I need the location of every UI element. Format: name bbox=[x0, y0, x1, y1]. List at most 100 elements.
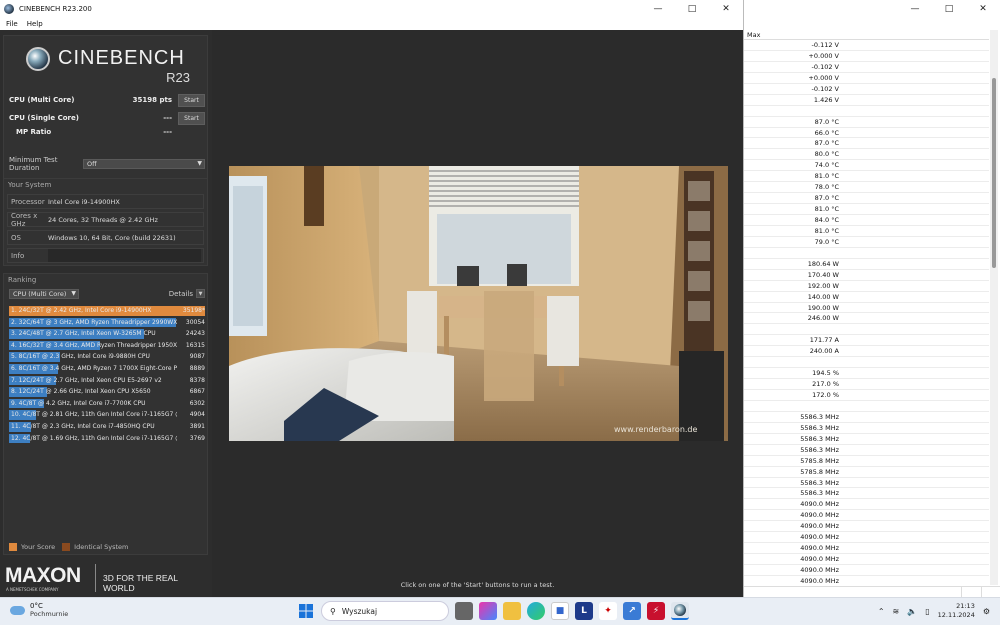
sensor-value-row: 66.0 °C bbox=[744, 128, 989, 139]
ranking-item[interactable]: 5. 8C/16T @ 2.3 GHz, Intel Core i9-9880H… bbox=[9, 351, 205, 363]
maxon-sub: A NEMETSCHEK COMPANY bbox=[6, 587, 59, 592]
red-app-icon[interactable]: ⚡ bbox=[647, 602, 665, 620]
cores-value: 24 Cores, 32 Threads @ 2.42 GHz bbox=[48, 215, 158, 224]
clock[interactable]: 21:13 12.11.2024 bbox=[938, 602, 975, 620]
weather-widget[interactable]: 0°C Pochmurnie bbox=[10, 602, 68, 618]
processor-value: Intel Core i9-14900HX bbox=[48, 197, 120, 206]
ranking-item-name: 1. 24C/32T @ 2.42 GHz, Intel Core i9-149… bbox=[11, 307, 152, 314]
copilot-icon[interactable] bbox=[479, 602, 497, 620]
close-icon[interactable]: ✕ bbox=[966, 0, 1000, 17]
minimize-icon[interactable]: — bbox=[641, 0, 675, 17]
info-label: Info bbox=[11, 251, 25, 260]
cinebench-window: CINEBENCH R23.200 — □ ✕ File Help CINEBE… bbox=[0, 0, 743, 597]
sensor-value-row bbox=[744, 248, 989, 259]
file-explorer-icon[interactable] bbox=[503, 602, 521, 620]
your-system-panel: Your System Processor Intel Core i9-1490… bbox=[3, 178, 208, 266]
sensor-value-row: 1.426 V bbox=[744, 95, 989, 106]
monitor-title-bar[interactable]: — □ ✕ bbox=[744, 0, 1000, 17]
search-icon: ⚲ bbox=[330, 606, 336, 616]
system-tray: ⌃ ≋ 🔈 ▯ 21:13 12.11.2024 ⚙ bbox=[878, 602, 990, 620]
edge-icon[interactable] bbox=[527, 602, 545, 620]
ranking-item-name: 6. 8C/16T @ 3.4 GHz, AMD Ryzen 7 1700X E… bbox=[11, 364, 177, 372]
chevron-up-icon[interactable]: ⌃ bbox=[878, 607, 885, 616]
menu-bar: File Help bbox=[0, 17, 743, 30]
battery-icon[interactable]: ▯ bbox=[925, 607, 929, 616]
taskbar-search[interactable]: ⚲ Wyszukaj bbox=[321, 601, 449, 621]
sensor-value-row: 192.00 W bbox=[744, 281, 989, 292]
sensor-value-row: -0.112 V bbox=[744, 40, 989, 51]
mp-ratio-label: MP Ratio bbox=[16, 128, 52, 136]
speaker-icon[interactable]: 🔈 bbox=[907, 607, 917, 616]
details-button[interactable]: Details ▼ bbox=[169, 289, 205, 298]
ranking-item[interactable]: 11. 4C/8T @ 2.3 GHz, Intel Core i7-4850H… bbox=[9, 421, 205, 433]
close-icon[interactable]: ✕ bbox=[709, 0, 743, 17]
menu-file[interactable]: File bbox=[6, 20, 18, 28]
single-core-start-button[interactable]: Start bbox=[178, 111, 205, 125]
info-field[interactable] bbox=[48, 249, 201, 262]
single-core-row: CPU (Single Core) --- Start bbox=[9, 111, 205, 125]
ranking-item-name: 5. 8C/16T @ 2.3 GHz, Intel Core i9-9880H… bbox=[11, 353, 150, 361]
os-row: OS Windows 10, 64 Bit, Core (build 22631… bbox=[7, 230, 204, 245]
cinebench-taskbar-icon[interactable] bbox=[671, 602, 689, 620]
ranking-item-score: 4904 bbox=[189, 411, 205, 419]
ranking-item[interactable]: 2. 32C/64T @ 3 GHz, AMD Ryzen Threadripp… bbox=[9, 317, 205, 329]
your-system-title: Your System bbox=[8, 181, 52, 189]
ranking-item-name: 9. 4C/8T @ 4.2 GHz, Intel Core i7-7700K … bbox=[11, 399, 146, 407]
sensor-value-row: 81.0 °C bbox=[744, 226, 989, 237]
mcafee-icon[interactable]: ✦ bbox=[599, 602, 617, 620]
multi-core-start-button[interactable]: Start bbox=[178, 93, 205, 107]
ranking-item[interactable]: 1. 24C/32T @ 2.42 GHz, Intel Core i9-149… bbox=[9, 305, 205, 317]
sensor-value-row: -0.102 V bbox=[744, 62, 989, 73]
sensor-value-row: 87.0 °C bbox=[744, 138, 989, 150]
sensor-value-row: +0.000 V bbox=[744, 73, 989, 84]
multi-core-score: 35198 pts bbox=[132, 96, 172, 104]
weather-temp: 0°C bbox=[30, 602, 43, 610]
clock-time: 21:13 bbox=[956, 602, 975, 610]
ranking-item[interactable]: 9. 4C/8T @ 4.2 GHz, Intel Core i7-7700K … bbox=[9, 398, 205, 410]
minimize-icon[interactable]: — bbox=[898, 0, 932, 17]
render-watermark: www.renderbaron.de bbox=[614, 425, 698, 434]
window-title: CINEBENCH R23.200 bbox=[19, 4, 92, 13]
maximize-icon[interactable]: □ bbox=[932, 0, 966, 17]
monitor-status-bar bbox=[744, 586, 1000, 597]
mp-ratio-value: --- bbox=[163, 128, 172, 136]
mp-ratio-row: MP Ratio --- bbox=[9, 125, 205, 139]
min-duration-select[interactable]: Off ▼ bbox=[83, 158, 205, 169]
taskbar: 0°C Pochmurnie ⚲ Wyszukaj ■ L ✦ ↗ ⚡ ⌃ ≋ … bbox=[0, 597, 1000, 625]
ranking-item-name: 7. 12C/24T @ 2.7 GHz, Intel Xeon CPU E5-… bbox=[11, 376, 162, 384]
store-icon[interactable]: ■ bbox=[551, 602, 569, 620]
maximize-icon[interactable]: □ bbox=[675, 0, 709, 17]
l-app-icon[interactable]: L bbox=[575, 602, 593, 620]
ranking-item[interactable]: 12. 4C/8T @ 1.69 GHz, 11th Gen Intel Cor… bbox=[9, 433, 205, 445]
task-view-icon[interactable] bbox=[455, 602, 473, 620]
windows-start-icon[interactable] bbox=[297, 602, 315, 620]
ranking-item[interactable]: 3. 24C/48T @ 2.7 GHz, Intel Xeon W-3265M… bbox=[9, 328, 205, 340]
ranking-item[interactable]: 10. 4C/8T @ 2.81 GHz, 11th Gen Intel Cor… bbox=[9, 409, 205, 421]
wifi-icon[interactable]: ≋ bbox=[893, 607, 900, 616]
title-bar[interactable]: CINEBENCH R23.200 — □ ✕ bbox=[0, 0, 743, 17]
max-column-header[interactable]: Max bbox=[744, 30, 989, 40]
status-cell bbox=[981, 587, 1000, 597]
processor-label: Processor bbox=[11, 197, 45, 206]
sensor-value-row: 5785.8 MHz bbox=[744, 456, 989, 467]
sensor-value-row bbox=[744, 106, 989, 117]
sensor-value-row: 81.0 °C bbox=[744, 171, 989, 183]
ranking-item-score: 9087 bbox=[189, 353, 205, 361]
ranking-item[interactable]: 6. 8C/16T @ 3.4 GHz, AMD Ryzen 7 1700X E… bbox=[9, 363, 205, 375]
maps-app-icon[interactable]: ↗ bbox=[623, 602, 641, 620]
ranking-header: CPU (Multi Core) ▼ Details ▼ bbox=[9, 288, 205, 299]
scrollbar-thumb[interactable] bbox=[992, 78, 996, 268]
monitor-scrollbar[interactable] bbox=[990, 30, 998, 585]
ranking-panel: Ranking CPU (Multi Core) ▼ Details ▼ 1. … bbox=[3, 273, 208, 555]
cinebench-app-icon bbox=[4, 3, 14, 14]
ranking-item[interactable]: 7. 12C/24T @ 2.7 GHz, Intel Xeon CPU E5-… bbox=[9, 375, 205, 387]
menu-help[interactable]: Help bbox=[27, 20, 43, 28]
ranking-select[interactable]: CPU (Multi Core) ▼ bbox=[9, 288, 79, 299]
notification-bell-icon[interactable]: ⚙ bbox=[983, 607, 990, 616]
ranking-item[interactable]: 4. 16C/32T @ 3.4 GHz, AMD Ryzen Threadri… bbox=[9, 340, 205, 352]
search-placeholder: Wyszukaj bbox=[341, 606, 378, 616]
sensor-value-row: 4090.0 MHz bbox=[744, 499, 989, 511]
logo-brand: CINEBENCH bbox=[58, 47, 185, 69]
sensor-value-row: 5586.3 MHz bbox=[744, 423, 989, 434]
ranking-item[interactable]: 8. 12C/24T @ 2.66 GHz, Intel Xeon CPU X5… bbox=[9, 386, 205, 398]
